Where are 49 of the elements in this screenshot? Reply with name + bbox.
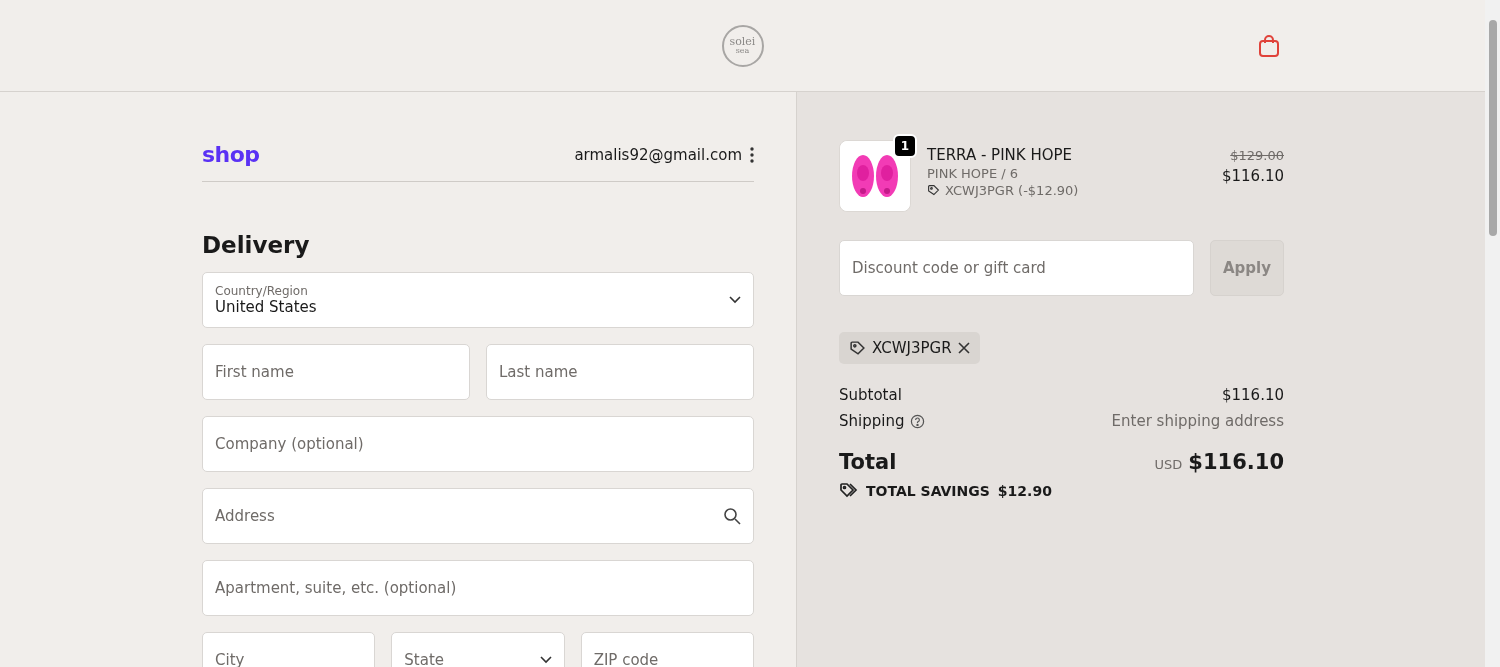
- shipping-value: Enter shipping address: [1111, 412, 1284, 430]
- input-field[interactable]: ZIP code: [580, 632, 754, 667]
- savings-value: $12.90: [997, 482, 1052, 499]
- field-value: United States: [215, 298, 317, 316]
- field-placeholder: State: [404, 651, 445, 667]
- shop-logo: shop: [202, 142, 260, 167]
- field-placeholder: ZIP code: [593, 651, 659, 667]
- shopping-bag-icon[interactable]: [1258, 34, 1280, 58]
- section-title: Delivery: [202, 232, 311, 258]
- more-icon[interactable]: [750, 146, 754, 163]
- total-value: $116.10: [1188, 450, 1284, 474]
- tags-icon: [839, 482, 858, 499]
- field-placeholder: Address: [215, 507, 275, 525]
- item-discount: XCWJ3PGR (-$12.90): [945, 183, 1079, 198]
- input-field[interactable]: Address: [202, 488, 754, 544]
- scrollbar[interactable]: [1485, 0, 1500, 667]
- product-name: TERRA - PINK HOPE: [927, 146, 1073, 164]
- field-label: Country/Region: [215, 284, 309, 298]
- tag-icon: [849, 339, 866, 357]
- input-field[interactable]: Apartment, suite, etc. (optional): [202, 560, 754, 616]
- help-icon[interactable]: [910, 413, 926, 429]
- input-field[interactable]: First name: [202, 344, 470, 400]
- select-field[interactable]: State: [391, 632, 565, 667]
- logo[interactable]: solei sea: [721, 24, 764, 67]
- input-field[interactable]: Last name: [486, 344, 754, 400]
- field-placeholder: First name: [215, 363, 294, 381]
- field-placeholder: Last name: [499, 363, 578, 381]
- item-price: $116.10: [1221, 167, 1284, 185]
- field-placeholder: Company (optional): [215, 435, 364, 453]
- shipping-label: Shipping: [839, 412, 905, 430]
- quantity-badge: 1: [893, 134, 917, 158]
- select-field[interactable]: Country/Region United States: [202, 272, 754, 328]
- discount-code: XCWJ3PGR: [872, 339, 952, 357]
- subtotal-label: Subtotal: [839, 386, 902, 404]
- field-placeholder: Apartment, suite, etc. (optional): [215, 579, 457, 597]
- chevron-down-icon: [729, 296, 741, 304]
- subtotal-value: $116.10: [1221, 386, 1284, 404]
- search-icon: [723, 507, 741, 525]
- total-label: Total: [839, 450, 897, 474]
- account-email: armalis92@gmail.com: [574, 145, 742, 164]
- product-variant: PINK HOPE / 6: [927, 166, 1020, 181]
- savings-label: TOTAL SAVINGS: [866, 482, 990, 499]
- tag-icon: [927, 184, 940, 197]
- original-price: $129.00: [1230, 148, 1284, 163]
- currency: USD: [1154, 457, 1183, 472]
- chevron-down-icon: [539, 656, 552, 664]
- discount-code-field[interactable]: Discount code or gift card: [839, 240, 1194, 296]
- close-icon[interactable]: [957, 342, 970, 354]
- input-field[interactable]: Company (optional): [202, 416, 754, 472]
